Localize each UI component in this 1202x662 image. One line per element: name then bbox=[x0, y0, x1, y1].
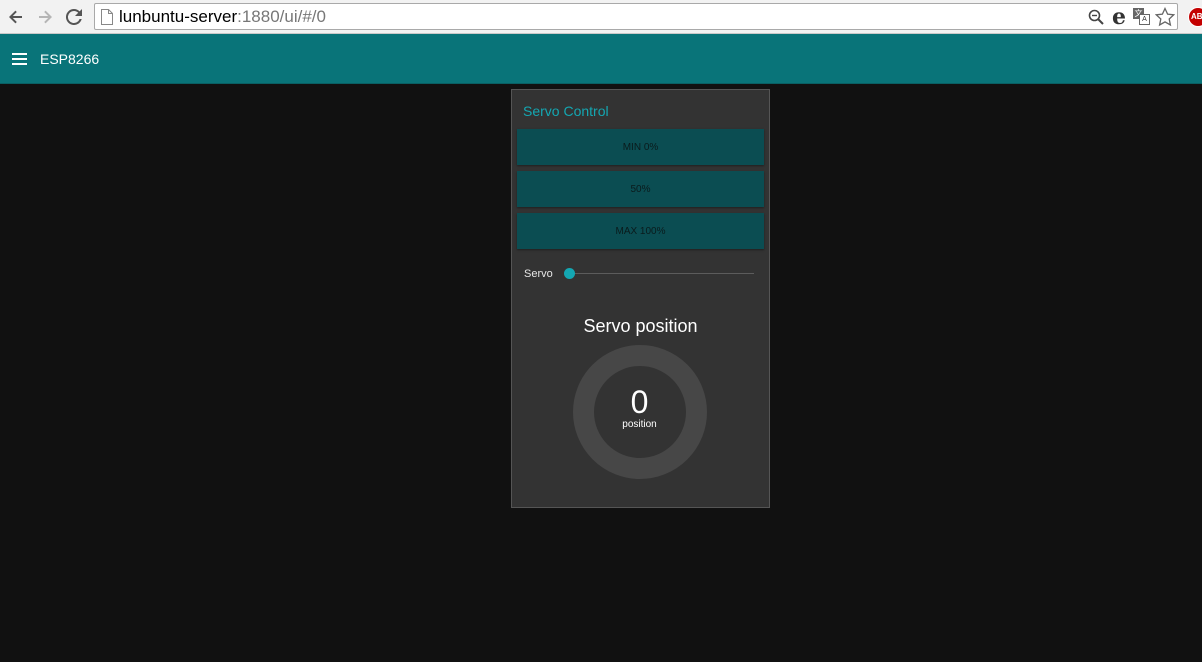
back-icon bbox=[8, 9, 24, 25]
app-toolbar: ESP8266 bbox=[0, 34, 1202, 84]
gauge-units: position bbox=[512, 419, 767, 431]
slider-track[interactable] bbox=[569, 273, 754, 274]
reload-button[interactable] bbox=[62, 5, 86, 29]
slider-thumb[interactable] bbox=[564, 268, 575, 279]
back-button[interactable] bbox=[4, 5, 28, 29]
min-button[interactable]: MIN 0% bbox=[517, 129, 764, 165]
forward-button[interactable] bbox=[33, 5, 57, 29]
app-title: ESP8266 bbox=[40, 50, 99, 68]
mid-button[interactable]: 50% bbox=[517, 171, 764, 207]
translate-button[interactable]: 文 A bbox=[1132, 7, 1152, 27]
forward-icon bbox=[37, 9, 53, 25]
slider-label: Servo bbox=[524, 267, 553, 281]
translate-icon: 文 A bbox=[1133, 8, 1151, 26]
servo-slider-row: Servo bbox=[512, 264, 771, 284]
menu-icon[interactable] bbox=[12, 53, 27, 65]
zoom-icon[interactable] bbox=[1086, 7, 1106, 27]
servo-control-card: Servo Control MIN 0% 50% MAX 100% Servo … bbox=[511, 89, 770, 508]
adblock-icon[interactable]: ABP bbox=[1188, 7, 1202, 27]
card-title: Servo Control bbox=[523, 103, 609, 119]
bookmark-star-icon[interactable] bbox=[1155, 7, 1175, 27]
gauge-title: Servo position bbox=[512, 315, 769, 337]
url-host: lunbuntu-server bbox=[119, 7, 237, 26]
address-bar[interactable]: lunbuntu-server:1880/ui/#/0 e 文 A bbox=[94, 3, 1178, 30]
url-text[interactable]: lunbuntu-server:1880/ui/#/0 bbox=[119, 7, 326, 27]
max-button[interactable]: MAX 100% bbox=[517, 213, 764, 249]
ie-tab-icon[interactable]: e bbox=[1109, 7, 1129, 27]
gauge-value: 0 bbox=[512, 385, 767, 419]
browser-toolbar: lunbuntu-server:1880/ui/#/0 e 文 A bbox=[0, 0, 1202, 34]
page-icon bbox=[100, 9, 114, 25]
reload-icon bbox=[66, 9, 82, 25]
url-path: :1880/ui/#/0 bbox=[237, 7, 326, 26]
